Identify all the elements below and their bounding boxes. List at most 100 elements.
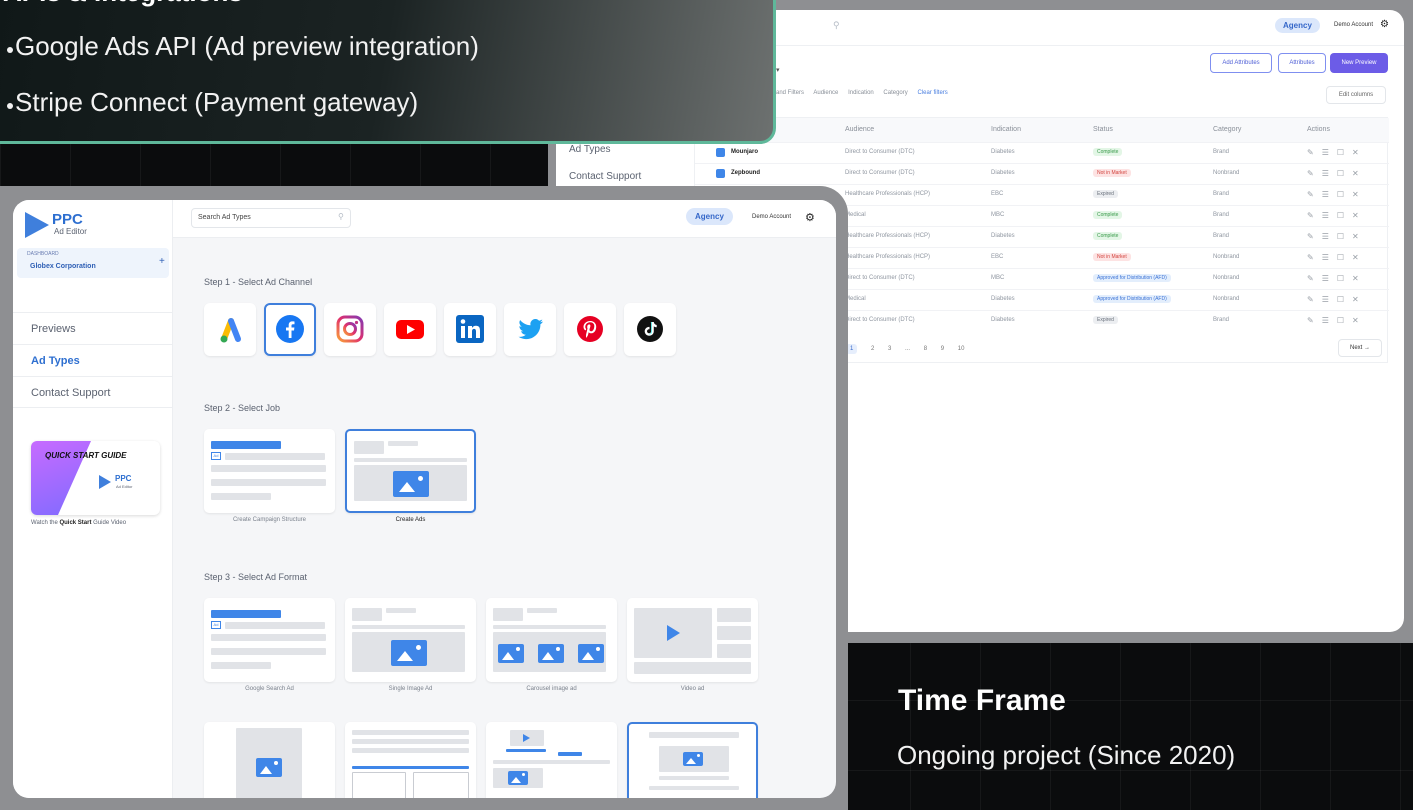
- table-row[interactable]: Mounjaro Direct to Consumer (DTC) Diabetes…: [695, 142, 1389, 163]
- placeholder-bar: [386, 608, 416, 613]
- status-badge: Complete: [1093, 148, 1123, 156]
- channel-linkedin[interactable]: [444, 303, 496, 356]
- job-label: Create Ads: [395, 517, 426, 523]
- edit-columns-button[interactable]: Edit columns: [1326, 86, 1386, 104]
- placeholder-bar: [354, 458, 467, 462]
- gear-icon[interactable]: ⚙: [805, 211, 815, 224]
- column-header-status[interactable]: Status: [1093, 126, 1113, 133]
- row-action-icons[interactable]: ✎☰☐✕: [1307, 274, 1367, 283]
- search-icon[interactable]: ⚲: [833, 20, 840, 31]
- cell-audience: Direct to Consumer (DTC): [845, 170, 915, 176]
- chevron-down-icon[interactable]: ▾: [776, 66, 780, 74]
- channel-instagram[interactable]: [324, 303, 376, 356]
- filter-bar: Brand Filters Audience Indication Catego…: [770, 90, 956, 96]
- page-3[interactable]: 3: [888, 346, 891, 352]
- placeholder-box: [352, 772, 406, 798]
- column-header-audience[interactable]: Audience: [845, 126, 874, 133]
- plus-icon[interactable]: +: [159, 256, 165, 267]
- format-single-image-ad[interactable]: [345, 598, 476, 682]
- status-badge: Complete: [1093, 211, 1123, 219]
- format-vertical-image-ad[interactable]: [204, 722, 335, 798]
- format-carousel-image-ad[interactable]: [486, 598, 617, 682]
- cell-indication: EBC: [991, 191, 1004, 197]
- account-menu[interactable]: Demo Account: [1334, 22, 1373, 28]
- status-badge: Approved for Distribution (AFD): [1093, 274, 1171, 282]
- sidebar-item-ad-types[interactable]: Ad Types: [569, 144, 611, 155]
- row-action-icons[interactable]: ✎☰☐✕: [1307, 316, 1367, 325]
- agency-badge[interactable]: Agency: [686, 208, 733, 225]
- ppc-logo-icon: [99, 475, 111, 489]
- row-action-icons[interactable]: ✎☰☐✕: [1307, 232, 1367, 241]
- next-page-button[interactable]: Next →: [1338, 339, 1382, 357]
- cell-audience: Direct to Consumer (DTC): [845, 317, 915, 323]
- new-preview-button[interactable]: New Preview: [1330, 53, 1388, 73]
- column-header-category[interactable]: Category: [1213, 126, 1241, 133]
- image-icon: [393, 471, 429, 497]
- row-action-icons[interactable]: ✎☰☐✕: [1307, 148, 1367, 157]
- quick-start-card[interactable]: QUICK START GUIDE PPC Ad Editor: [31, 441, 160, 515]
- format-video-image-ad[interactable]: [486, 722, 617, 798]
- format-banner-ad[interactable]: [627, 722, 758, 798]
- search-input[interactable]: Search Ad Types: [191, 208, 351, 228]
- filter-category[interactable]: Category: [883, 90, 907, 96]
- gear-icon[interactable]: ⚙: [1380, 19, 1389, 30]
- row-action-icons[interactable]: ✎☰☐✕: [1307, 253, 1367, 262]
- placeholder-bar: [659, 776, 729, 780]
- cell-indication: EBC: [991, 254, 1004, 260]
- row-action-icons[interactable]: ✎☰☐✕: [1307, 169, 1367, 178]
- format-label: Single Image Ad: [388, 686, 433, 692]
- sidebar-item-contact-support[interactable]: Contact Support: [569, 171, 641, 182]
- image-icon: [538, 644, 564, 663]
- clear-filters-link[interactable]: Clear filters: [917, 90, 947, 96]
- row-action-icons[interactable]: ✎☰☐✕: [1307, 295, 1367, 304]
- filter-indication[interactable]: Indication: [848, 90, 874, 96]
- channel-pinterest[interactable]: [564, 303, 616, 356]
- cell-indication: Diabetes: [991, 233, 1015, 239]
- ad-editor-window: PPC Ad Editor DASHBOARD Globex Corporati…: [13, 200, 836, 798]
- row-action-icons[interactable]: ✎☰☐✕: [1307, 190, 1367, 199]
- cell-category: Nonbrand: [1213, 170, 1240, 176]
- sidebar-item-contact-support[interactable]: Contact Support: [13, 376, 173, 408]
- placeholder-bar: [649, 732, 739, 738]
- job-create-ads[interactable]: [345, 429, 476, 513]
- table-header: Audience Indication Status Category Acti…: [695, 118, 1389, 142]
- sidebar-item-previews[interactable]: Previews: [13, 312, 173, 344]
- format-video-ad[interactable]: [627, 598, 758, 682]
- table-row[interactable]: Zepbound Direct to Consumer (DTC) Diabetes…: [695, 163, 1389, 184]
- step-2-heading: Step 2 - Select Job: [204, 403, 281, 413]
- page-9[interactable]: 9: [941, 346, 944, 352]
- channel-tiktok[interactable]: [624, 303, 676, 356]
- placeholder-bar: [506, 749, 546, 752]
- placeholder-bar: [211, 648, 326, 655]
- job-create-campaign-structure[interactable]: Ad: [204, 429, 335, 513]
- row-action-icons[interactable]: ✎☰☐✕: [1307, 211, 1367, 220]
- placeholder-bar: [527, 608, 557, 613]
- sidebar-item-ad-types[interactable]: Ad Types: [13, 344, 173, 376]
- page-10[interactable]: 10: [958, 346, 965, 352]
- search-icon[interactable]: ⚲: [338, 212, 344, 221]
- page-8[interactable]: 8: [924, 346, 927, 352]
- cell-category: Brand: [1213, 212, 1230, 218]
- format-google-search-ad[interactable]: Ad: [204, 598, 335, 682]
- column-header-indication[interactable]: Indication: [991, 126, 1021, 133]
- channel-twitter[interactable]: [504, 303, 556, 356]
- status-badge: Not in Market: [1093, 169, 1131, 177]
- organization-name[interactable]: Globex Corporation: [30, 263, 96, 270]
- time-frame-title: Time Frame: [898, 684, 1066, 717]
- caption-bold: Quick Start: [59, 520, 92, 526]
- quick-start-caption[interactable]: Watch the Quick Start Guide Video: [31, 520, 126, 526]
- row-checkbox[interactable]: [716, 148, 725, 157]
- page-ellipsis: ...: [905, 346, 911, 352]
- channel-google-ads[interactable]: [204, 303, 256, 356]
- add-attributes-button[interactable]: Add Attributes: [1210, 53, 1272, 73]
- agency-badge[interactable]: Agency: [1275, 18, 1320, 33]
- attributes-button[interactable]: Attributes: [1278, 53, 1326, 73]
- channel-facebook[interactable]: [264, 303, 316, 356]
- format-text-layout-ad[interactable]: [345, 722, 476, 798]
- channel-youtube[interactable]: [384, 303, 436, 356]
- page-2[interactable]: 2: [871, 346, 874, 352]
- cell-indication: Diabetes: [991, 296, 1015, 302]
- row-checkbox[interactable]: [716, 169, 725, 178]
- filter-audience[interactable]: Audience: [813, 90, 838, 96]
- account-menu[interactable]: Demo Account: [752, 214, 791, 220]
